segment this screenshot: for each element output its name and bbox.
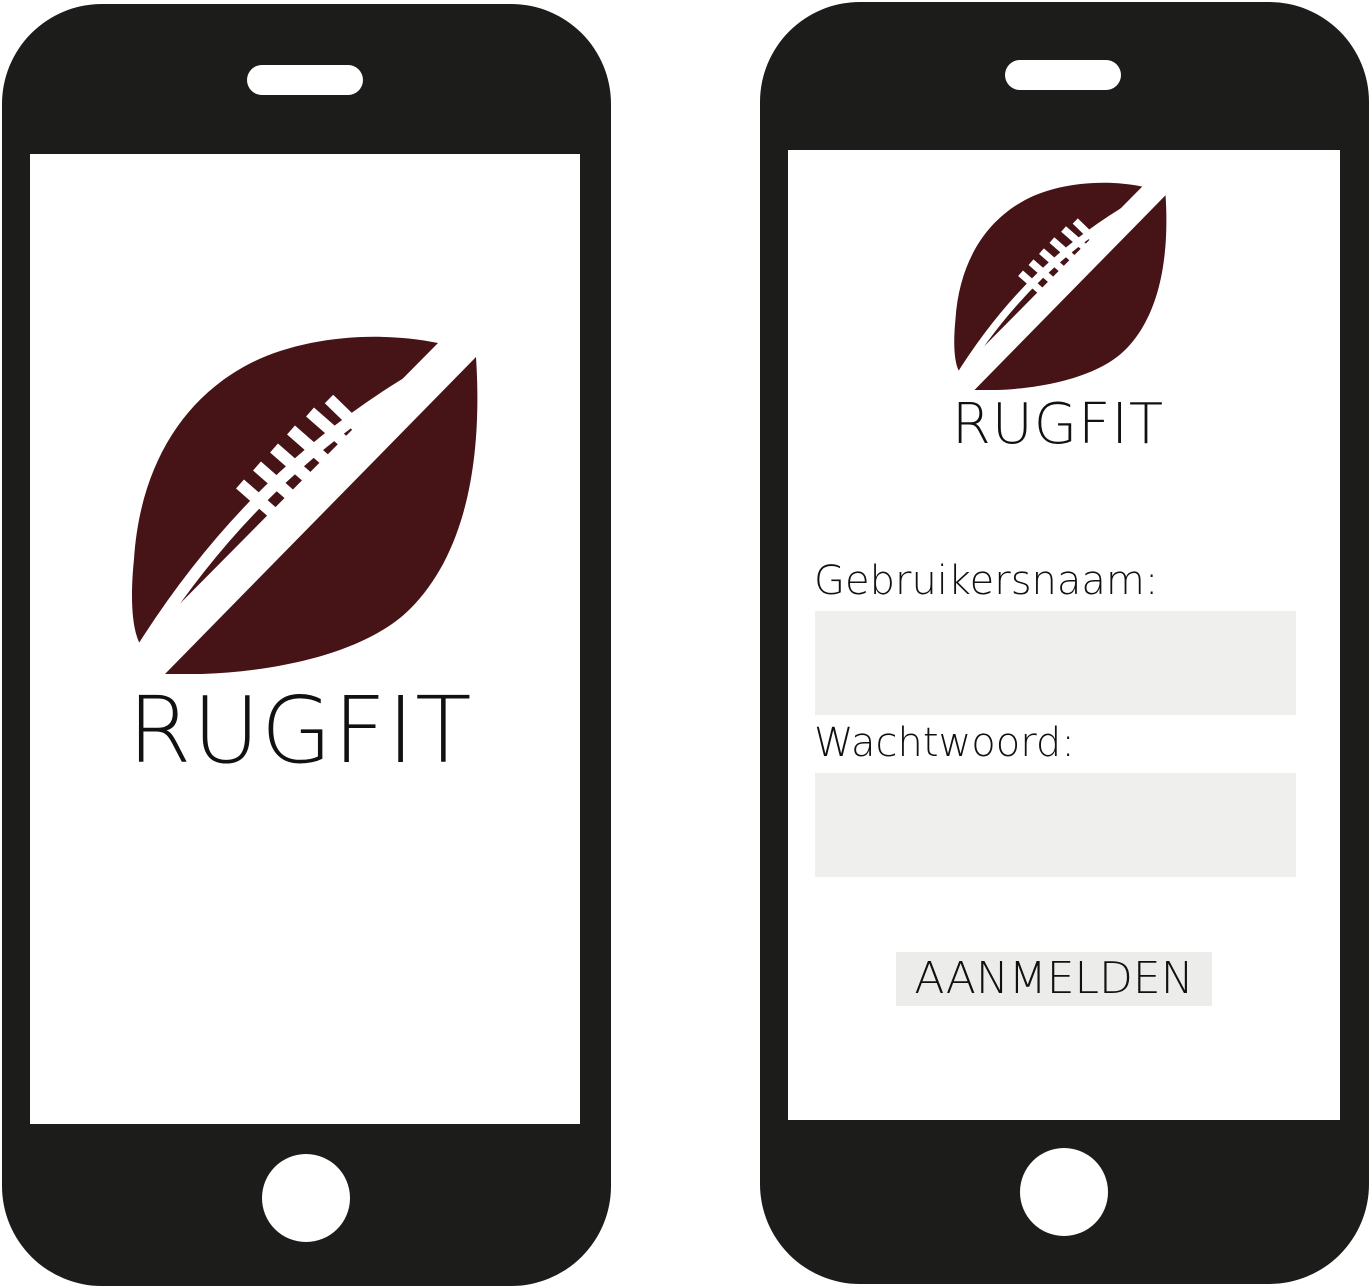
login-button[interactable]: AANMELDEN	[896, 952, 1212, 1006]
password-label: Wachtwoord:	[814, 720, 1075, 766]
home-button[interactable]	[1020, 1148, 1108, 1236]
rugby-ball-icon	[130, 329, 480, 674]
speaker-grille	[1005, 60, 1121, 90]
splash-screen: RUGFIT	[30, 154, 580, 1124]
home-button[interactable]	[262, 1154, 350, 1242]
login-screen: RUGFIT Gebruikersnaam: Wachtwoord: AANME…	[788, 150, 1340, 1120]
password-field[interactable]	[815, 773, 1296, 877]
username-field[interactable]	[815, 611, 1296, 715]
phone-frame-splash: RUGFIT	[2, 4, 611, 1286]
speaker-grille	[247, 65, 363, 95]
username-label: Gebruikersnaam:	[814, 558, 1159, 604]
phone-frame-login: RUGFIT Gebruikersnaam: Wachtwoord: AANME…	[760, 2, 1369, 1284]
brand-name: RUGFIT	[127, 677, 473, 784]
rugby-ball-icon	[953, 178, 1168, 390]
brand-name: RUGFIT	[951, 392, 1165, 457]
